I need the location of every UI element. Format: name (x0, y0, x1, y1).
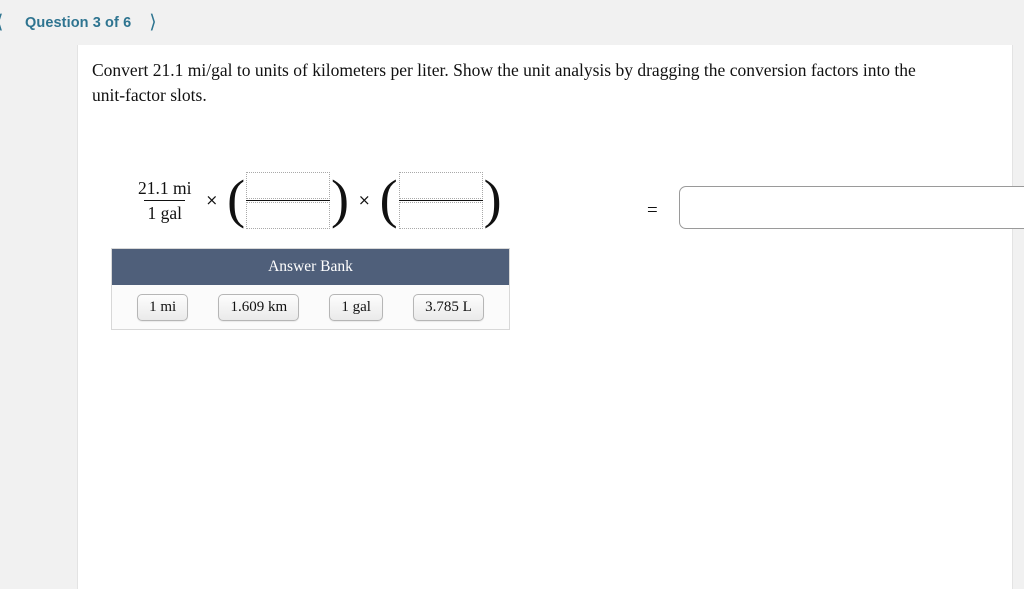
slot-2-fraction-bar (398, 199, 483, 201)
chevron-right-icon[interactable]: ⟩ (149, 13, 156, 32)
slot-1-numerator-dropzone[interactable] (246, 171, 331, 199)
slot-2-numerator-dropzone[interactable] (398, 171, 483, 199)
unit-analysis-expression: 21.1 mi 1 gal × ( ) × () (133, 150, 502, 250)
answer-input[interactable] (679, 186, 1024, 229)
given-denominator: 1 gal (144, 199, 185, 224)
slot-1-denominator-dropzone[interactable] (246, 201, 331, 229)
given-numerator: 21.1 mi (138, 177, 192, 198)
unit-factor-slot-1 (246, 171, 331, 229)
slot-1-fraction-bar (246, 199, 331, 201)
multiply-operator-2: × (358, 191, 371, 209)
slot-2-denominator-dropzone[interactable] (398, 201, 483, 229)
question-nav-bar: ⟨ Question 3 of 6 ⟩ (0, 0, 1024, 45)
given-quantity-fraction: 21.1 mi 1 gal (135, 177, 194, 224)
question-content-panel: Convert 21.1 mi/gal to units of kilomete… (77, 45, 1024, 589)
answer-bank: Answer Bank 1 mi 1.609 km 1 gal 3.785 L (111, 248, 510, 330)
multiply-operator-1: × (205, 191, 219, 209)
question-prompt: Convert 21.1 mi/gal to units of kilomete… (92, 60, 916, 105)
answer-tile-3[interactable]: 1 gal (329, 293, 383, 321)
equals-sign: = (647, 200, 658, 221)
answer-bank-tiles: 1 mi 1.609 km 1 gal 3.785 L (112, 285, 509, 329)
unit-analysis-row: 21.1 mi 1 gal × ( ) × () = (78, 150, 1024, 250)
unit-factor-group-2: ( ) (379, 169, 502, 229)
answer-tile-4[interactable]: 3.785 L (413, 293, 484, 321)
answer-tile-1[interactable]: 1 mi (137, 293, 189, 321)
answer-tile-2[interactable]: 1.609 km (218, 293, 300, 321)
question-counter-label: Question 3 of 6 (25, 14, 132, 31)
answer-bank-title: Answer Bank (112, 249, 509, 285)
unit-factor-group-1: ( ) (227, 169, 350, 229)
unit-factor-slot-2 (398, 171, 483, 229)
chevron-left-icon[interactable]: ⟨ (0, 13, 12, 32)
